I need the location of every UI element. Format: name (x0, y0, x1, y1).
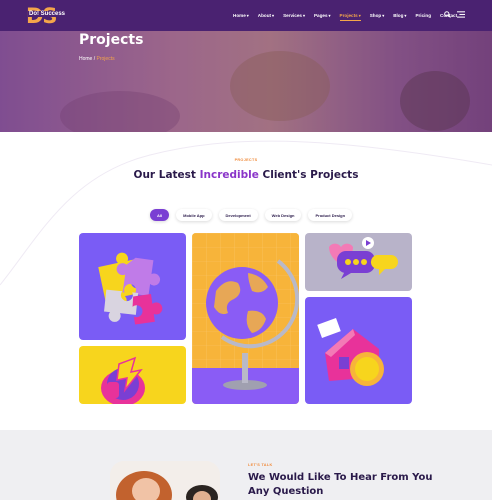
nav-item-about[interactable]: About▾ (258, 13, 274, 18)
people-photo (110, 461, 220, 500)
contact-title: We Would Like To Hear From You Any Quest… (248, 472, 433, 497)
filter-product-design[interactable]: Product Design (308, 209, 353, 221)
project-card-gadget[interactable] (79, 346, 186, 404)
breadcrumb: Home / Projects (79, 56, 115, 62)
nav-item-blog[interactable]: Blog▾ (393, 13, 406, 18)
page-hero-banner (0, 31, 492, 132)
chevron-down-icon: ▾ (302, 13, 305, 18)
filter-web-design[interactable]: Web Design (264, 209, 302, 221)
filter-all[interactable]: All (150, 209, 170, 221)
chevron-down-icon: ▾ (382, 13, 385, 18)
contact-photo (110, 461, 220, 500)
chevron-down-icon: ▾ (246, 13, 249, 18)
contact-eyebrow: LET'S TALK (248, 463, 273, 467)
project-card-chat[interactable] (305, 233, 412, 291)
chevron-down-icon: ▾ (358, 13, 361, 18)
globe-image (192, 233, 299, 404)
chat-bubbles-image (329, 237, 398, 279)
section-title: Our Latest Incredible Client's Projects (133, 169, 359, 181)
nav-item-services[interactable]: Services▾ (283, 13, 305, 18)
top-navbar: DS Do! Success Home▾ About▾ Services▾ Pa… (0, 0, 492, 31)
filter-development[interactable]: Development (218, 209, 258, 221)
hero-overlay (0, 31, 492, 132)
page-title: Projects (79, 32, 144, 48)
breadcrumb-separator: / (93, 56, 96, 62)
breadcrumb-home-link[interactable]: Home (79, 56, 92, 62)
logo[interactable]: DS Do! Success (26, 5, 70, 27)
puzzle-image (98, 252, 163, 325)
project-card-house[interactable] (305, 297, 412, 404)
nav-item-pricing[interactable]: Pricing (415, 13, 431, 18)
house-coin-image (317, 318, 384, 386)
nav-item-projects[interactable]: Projects▾ (339, 13, 361, 21)
chevron-down-icon: ▾ (272, 13, 275, 18)
filter-mobile-app[interactable]: Mobile App (176, 209, 212, 221)
search-icon[interactable] (444, 11, 451, 20)
project-filter-tabs: All Mobile App Development Web Design Pr… (150, 209, 353, 221)
section-eyebrow: PROJECTS (234, 158, 258, 162)
logo-text: Do! Success (28, 11, 67, 17)
nav-item-shop[interactable]: Shop▾ (370, 13, 385, 18)
menu-icon[interactable] (457, 11, 465, 20)
main-nav: Home▾ About▾ Services▾ Pages▾ Projects▾ … (233, 0, 466, 31)
nav-item-home[interactable]: Home▾ (233, 13, 249, 18)
chevron-down-icon: ▾ (328, 13, 331, 18)
nav-item-pages[interactable]: Pages▾ (314, 13, 331, 18)
chevron-down-icon: ▾ (404, 13, 407, 18)
gadget-image (101, 356, 145, 404)
project-card-puzzle[interactable] (79, 233, 186, 340)
project-card-globe[interactable] (192, 233, 299, 404)
breadcrumb-current: Projects (96, 56, 115, 62)
